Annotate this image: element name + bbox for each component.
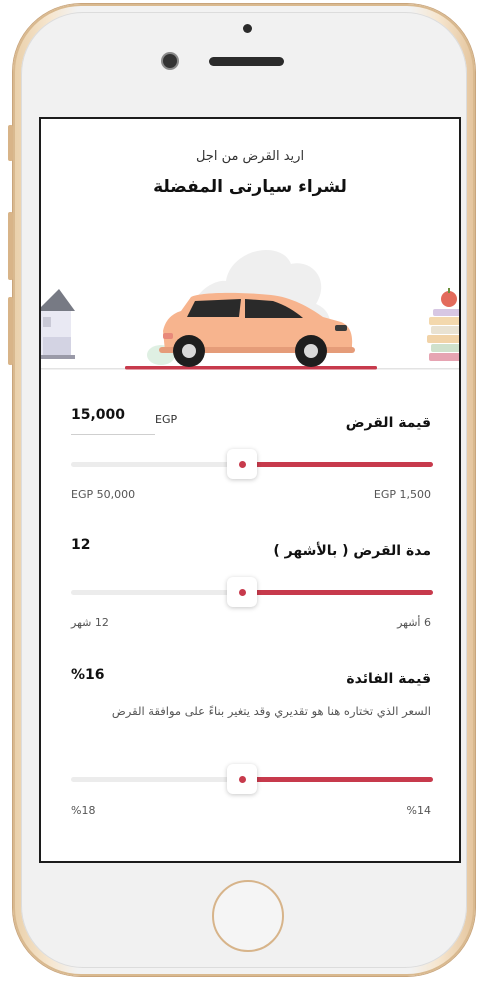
loan-amount-slider[interactable] (71, 449, 433, 479)
loan-term-value[interactable]: 12 (71, 537, 90, 553)
slider-track-filled (242, 462, 433, 467)
header-subtitle: اريد القرض من اجل (195, 149, 305, 164)
slider-track-filled (242, 777, 433, 782)
proximity-sensor (243, 24, 252, 33)
interest-note: السعر الذي تختاره هنا هو تقديري وقد يتغي… (111, 704, 431, 718)
slider-track (71, 777, 242, 782)
interest-max: %18 (71, 804, 96, 817)
slider-thumb-dot (239, 461, 246, 468)
road-strip (125, 366, 377, 370)
slider-track (71, 462, 242, 467)
slider-track (71, 590, 242, 595)
home-button[interactable] (212, 880, 284, 952)
slider-thumb-dot (239, 589, 246, 596)
volume-down-button (8, 297, 13, 365)
loan-amount-underline (71, 434, 155, 435)
interest-slider[interactable] (71, 764, 433, 794)
loan-term-min: 6 أشهر (397, 616, 431, 629)
volume-up-button (8, 212, 13, 280)
slider-thumb[interactable] (227, 449, 257, 479)
slider-thumb[interactable] (227, 764, 257, 794)
loan-term-max: 12 شهر (71, 616, 109, 629)
books-illustration (427, 288, 459, 361)
interest-min: %14 (406, 804, 431, 817)
slider-track-filled (242, 590, 433, 595)
loan-amount-label: قيمة القرض (345, 415, 431, 431)
car-scene-illustration (41, 249, 459, 370)
loan-term-slider[interactable] (71, 577, 433, 607)
header-title: لشراء سيارتى المفضلة (153, 177, 347, 197)
mute-switch (8, 125, 13, 161)
currency-label: EGP (155, 413, 178, 426)
loan-amount-input[interactable]: 15,000 (71, 407, 125, 423)
slider-thumb-dot (239, 776, 246, 783)
interest-label: قيمة الفائدة (346, 671, 431, 687)
earpiece-speaker (209, 57, 284, 66)
loan-amount-max: EGP 50,000 (71, 488, 136, 501)
loan-amount-min: EGP 1,500 (373, 488, 431, 501)
car-illustration (159, 292, 355, 367)
front-camera (163, 54, 177, 68)
house-illustration (41, 289, 75, 359)
app-screen: اريد القرض من اجل لشراء سيارتى المفضلة ق… (39, 117, 461, 863)
slider-thumb[interactable] (227, 577, 257, 607)
interest-value[interactable]: %16 (71, 667, 105, 683)
loan-term-label: مدة القرض ( بالأشهر ) (273, 543, 431, 559)
